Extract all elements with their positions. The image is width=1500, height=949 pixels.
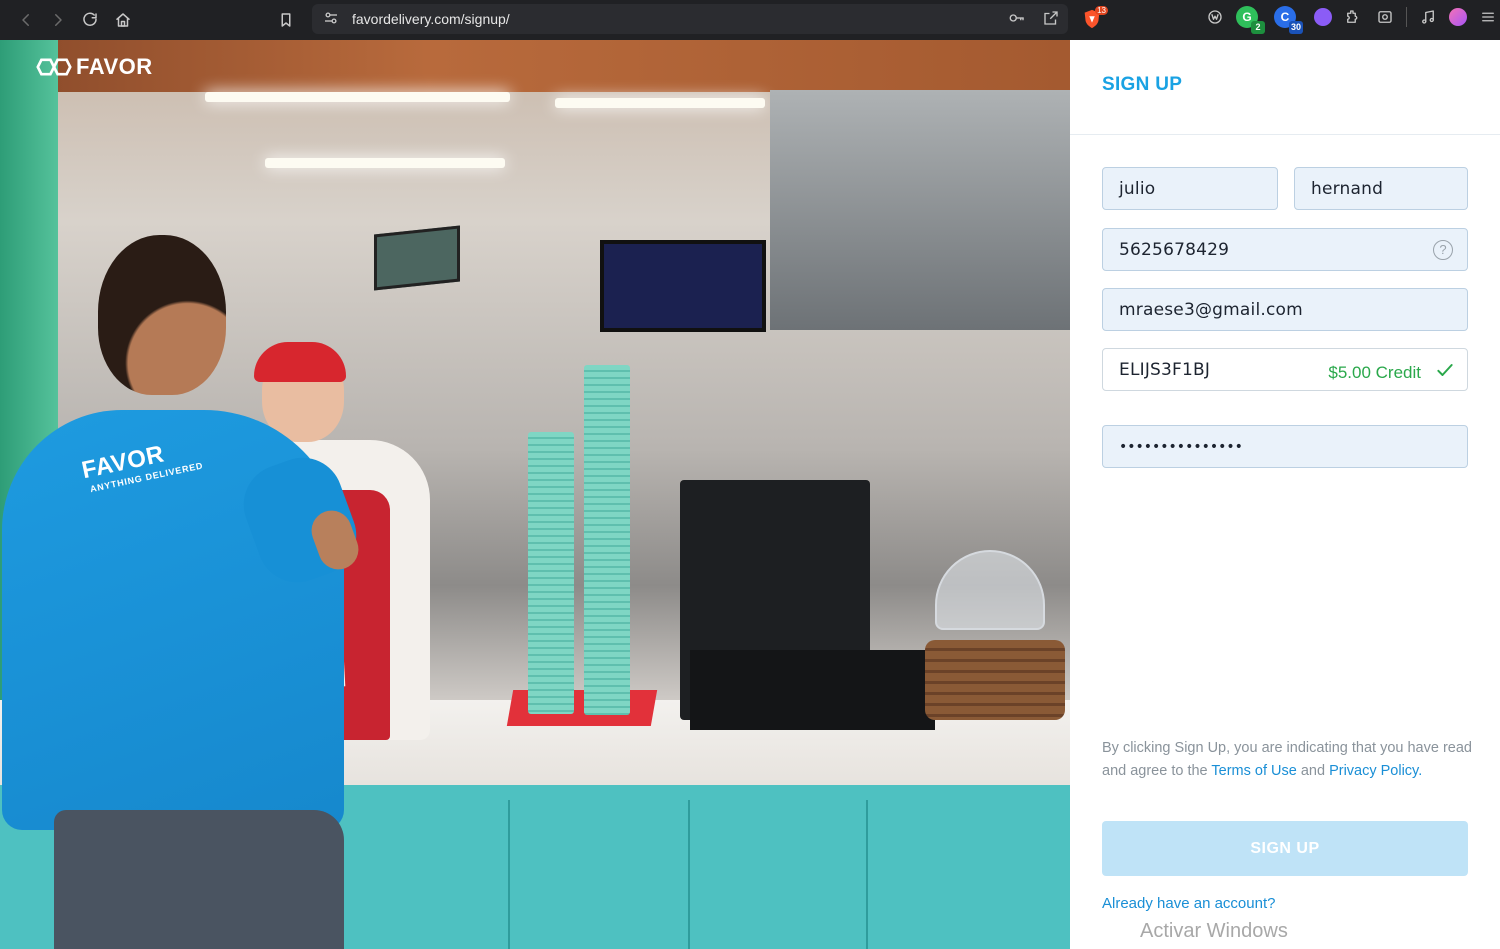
favor-logo-icon	[36, 58, 72, 76]
address-bar[interactable]: favordelivery.com/signup/	[312, 4, 1068, 34]
cabinet-seam	[688, 800, 690, 949]
screenshot-icon[interactable]	[1374, 6, 1396, 28]
courier-jeans	[54, 810, 344, 949]
bookmark-icon[interactable]	[270, 4, 302, 36]
courier-head	[98, 235, 226, 395]
email-value: mraese3@gmail.com	[1119, 299, 1303, 320]
browser-toolbar: favordelivery.com/signup/ 13 G 2 C 30	[0, 0, 1500, 40]
page-title: SIGN UP	[1102, 74, 1183, 95]
sign-up-button[interactable]: SIGN UP	[1102, 821, 1468, 876]
ceiling	[0, 40, 1070, 92]
media-icon[interactable]	[1417, 6, 1439, 28]
password-field[interactable]: •••••••••••••••	[1102, 425, 1468, 468]
puzzle-extensions-icon[interactable]	[1342, 6, 1364, 28]
menu-icon[interactable]	[1477, 6, 1499, 28]
green-extension-icon[interactable]: G 2	[1236, 6, 1265, 34]
worker-cap	[254, 342, 346, 382]
cabinet-seam	[508, 800, 510, 949]
first-name-value: julio	[1119, 178, 1156, 199]
kitchen-hood	[770, 90, 1070, 330]
forward-icon[interactable]	[42, 4, 74, 36]
favor-logo-text: FAVOR	[76, 54, 153, 79]
ceiling-light	[205, 92, 510, 102]
cookie-stack	[925, 640, 1065, 720]
green-extension-badge: 2	[1251, 21, 1265, 34]
home-icon[interactable]	[107, 4, 139, 36]
legal-period: .	[1418, 763, 1423, 779]
legal-notice: By clicking Sign Up, you are indicating …	[1102, 737, 1472, 783]
phone-value: 5625678429	[1119, 239, 1230, 260]
terms-of-use-link[interactable]: Terms of Use	[1211, 763, 1296, 779]
promo-code-field[interactable]: ELIJS3F1BJ $5.00 Credit	[1102, 348, 1468, 391]
check-icon	[1435, 360, 1455, 380]
order-screen	[600, 240, 766, 332]
site-settings-icon[interactable]	[322, 9, 342, 29]
last-name-field[interactable]: hernand	[1294, 167, 1468, 210]
hero-photo: FAVOR ANYTHING DELIVERED FAVOR	[0, 40, 1070, 949]
ceiling-light	[265, 158, 505, 168]
key-icon[interactable]	[1008, 9, 1026, 31]
cake-dome	[935, 550, 1045, 630]
share-icon[interactable]	[1042, 9, 1060, 31]
brave-badge: 13	[1095, 6, 1108, 15]
promo-credit-label: $5.00 Credit	[1328, 363, 1421, 382]
promo-code-value: ELIJS3F1BJ	[1119, 359, 1211, 380]
legal-and: and	[1296, 763, 1330, 779]
privacy-policy-link[interactable]: Privacy Policy	[1329, 763, 1418, 779]
purple-extension-icon[interactable]	[1314, 8, 1332, 26]
first-name-field[interactable]: julio	[1102, 167, 1278, 210]
last-name-value: hernand	[1311, 178, 1384, 199]
ceiling-light	[555, 98, 765, 108]
reload-icon[interactable]	[74, 4, 106, 36]
email-field[interactable]: mraese3@gmail.com	[1102, 288, 1468, 331]
cup-stack	[584, 365, 630, 715]
profile-avatar[interactable]	[1449, 8, 1467, 26]
brave-shields-icon[interactable]: 13	[1078, 6, 1108, 32]
password-value: •••••••••••••••	[1119, 438, 1243, 455]
signup-header: SIGN UP	[1070, 40, 1500, 135]
url-text[interactable]: favordelivery.com/signup/	[352, 11, 510, 27]
back-icon[interactable]	[10, 4, 42, 36]
blue-extension-badge: 30	[1288, 21, 1303, 34]
blue-extension-icon[interactable]: C 30	[1274, 6, 1303, 34]
wall-tv	[374, 225, 460, 291]
login-link[interactable]: Already have an account?	[1102, 895, 1275, 912]
wallet-icon[interactable]	[1204, 6, 1226, 28]
phone-field[interactable]: 5625678429 ?	[1102, 228, 1468, 271]
toolbar-separator	[1406, 7, 1407, 27]
favor-logo[interactable]: FAVOR	[36, 54, 153, 80]
extensions-area: G 2 C 30	[1204, 6, 1499, 34]
cabinet-seam	[866, 800, 868, 949]
cup-stack	[528, 432, 574, 714]
help-icon[interactable]: ?	[1433, 240, 1453, 260]
register-base	[690, 650, 935, 730]
signup-panel: SIGN UP julio hernand 5625678429 ? mraes…	[1070, 40, 1500, 949]
windows-activation-watermark: Activar Windows	[1140, 920, 1288, 942]
